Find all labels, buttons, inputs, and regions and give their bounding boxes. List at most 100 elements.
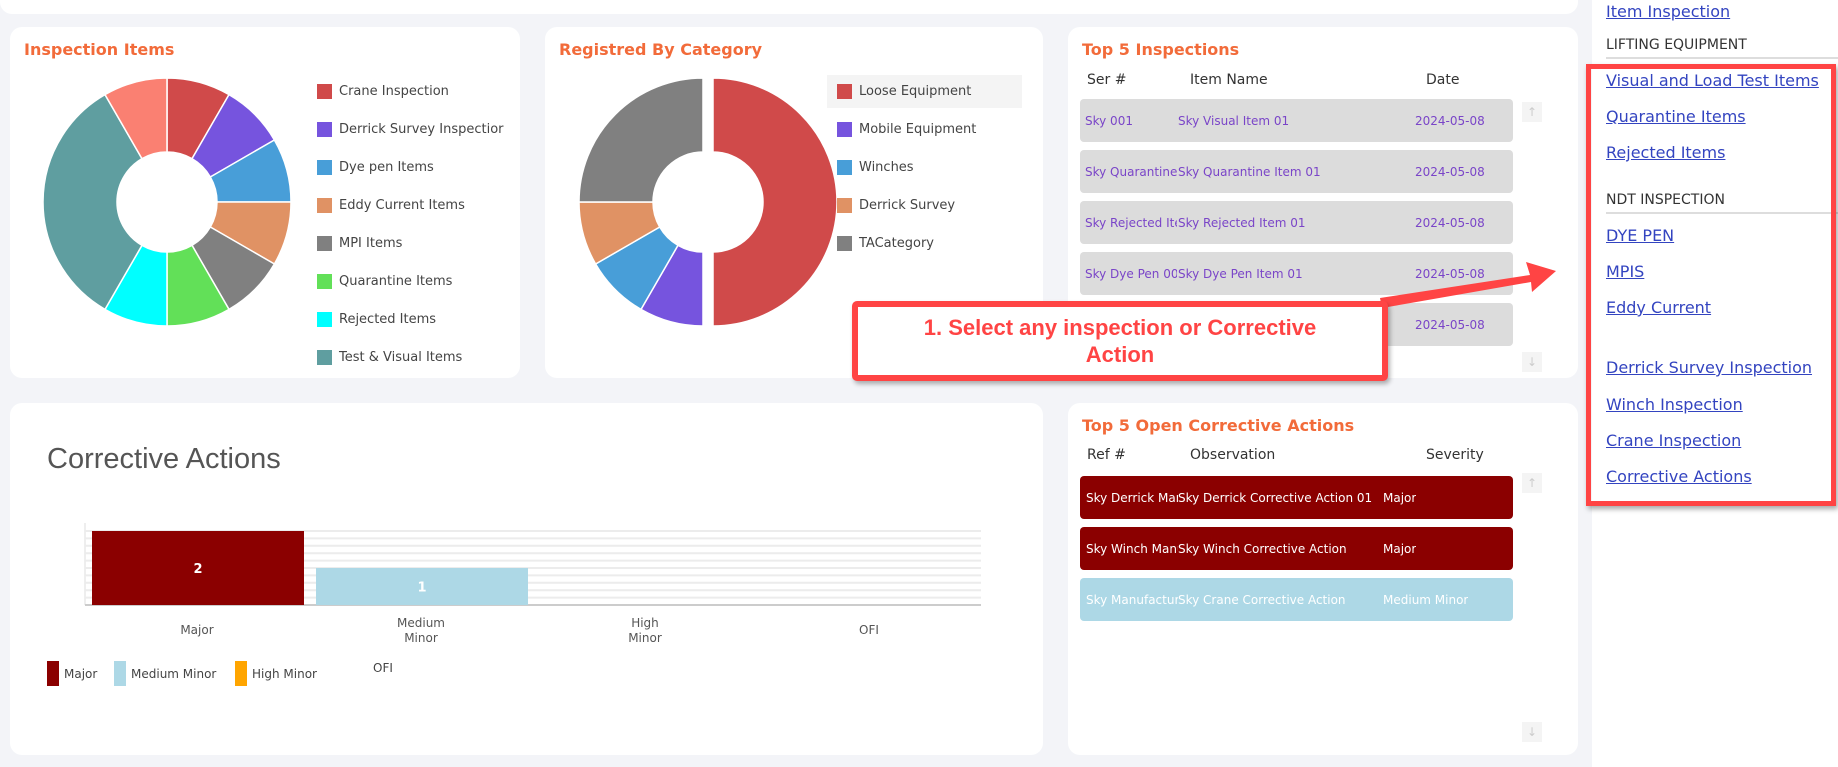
x-tick-label: High Minor xyxy=(628,616,662,645)
legend-swatch xyxy=(317,274,332,289)
cell-observation: Sky Crane Corrective Action xyxy=(1178,592,1346,607)
legend-swatch xyxy=(317,312,332,327)
registered-category-donut[interactable] xyxy=(545,52,865,352)
col-header-date: Date xyxy=(1426,72,1460,88)
x-tick-label: Medium Minor xyxy=(397,616,445,645)
donut-slice[interactable] xyxy=(578,77,704,203)
col-header-observation: Observation xyxy=(1190,447,1276,463)
legend-label: Derrick Survey xyxy=(859,198,956,213)
legend-item[interactable]: Derrick Survey xyxy=(837,198,955,213)
sidebar-header-lifting: LIFTING EQUIPMENT xyxy=(1606,37,1838,59)
annotation-highlight-box xyxy=(1586,64,1836,506)
legend-label: OFI xyxy=(373,661,393,675)
inspection-row[interactable]: Sky Rejected Item (Sky Rejected Item 01 2… xyxy=(1080,201,1513,244)
x-tick-label: Major xyxy=(180,623,213,637)
col-header-ser: Ser # xyxy=(1087,72,1127,88)
cell-observation: Sky Derrick Corrective Action 01 xyxy=(1178,490,1373,505)
legend-item[interactable]: Quarantine Items xyxy=(317,274,452,289)
scroll-up-button[interactable]: ↑ xyxy=(1522,102,1542,122)
panel-title: Top 5 Inspections xyxy=(1082,40,1240,59)
inspection-row[interactable]: Sky 001 Sky Visual Item 01 2024-05-08 xyxy=(1080,99,1513,142)
legend-label: Quarantine Items xyxy=(339,274,453,289)
bar-legend: Major Medium Minor High Minor OFI xyxy=(47,661,547,687)
inspection-row[interactable]: Sky Dye Pen 001 Sky Dye Pen Item 01 2024-0… xyxy=(1080,252,1513,295)
legend-swatch xyxy=(837,160,852,175)
legend-swatch xyxy=(317,198,332,213)
legend-item[interactable]: Eddy Current Items xyxy=(317,198,465,213)
scroll-down-button[interactable]: ↓ xyxy=(1522,722,1542,742)
bar-data-label: 2 xyxy=(193,562,202,577)
bar-legend-item[interactable]: Major xyxy=(47,661,97,686)
legend-swatch xyxy=(837,236,852,251)
donut-slice[interactable] xyxy=(712,77,838,327)
cell-date: 2024-05-08 xyxy=(1415,317,1485,332)
legend-item[interactable]: Winches xyxy=(837,160,914,175)
legend-swatch xyxy=(317,84,332,99)
legend-label: Test & Visual Items xyxy=(339,350,463,365)
col-header-severity: Severity xyxy=(1426,447,1484,463)
bar-data-label: 1 xyxy=(417,581,426,596)
inspection-items-panel: Inspection Items Crane Inspection Derrick… xyxy=(10,27,520,378)
corrective-action-row[interactable]: Sky Manufacturer (Sky Crane Corrective A… xyxy=(1080,578,1513,621)
corrective-action-row[interactable]: Sky Derrick ManufaSky Derrick Corrective… xyxy=(1080,476,1513,519)
legend-item[interactable]: Mobile Equipment xyxy=(837,122,976,137)
legend-swatch xyxy=(317,236,332,251)
inspection-row[interactable]: Sky Quarantine IterSky Quarantine Item 0… xyxy=(1080,150,1513,193)
corrective-action-row[interactable]: Sky Winch ManufaSky Winch Corrective Act… xyxy=(1080,527,1513,570)
legend-swatch xyxy=(317,122,332,137)
col-header-item-name: Item Name xyxy=(1190,72,1268,88)
legend-swatch xyxy=(114,661,126,686)
legend-label: MPI Items xyxy=(339,236,403,251)
cell-date: 2024-05-08 xyxy=(1415,164,1485,179)
legend-item[interactable]: Dye pen Items xyxy=(317,160,434,175)
cell-item-name: Sky Rejected Item 01 xyxy=(1178,215,1306,230)
legend-swatch xyxy=(47,661,59,686)
legend-item[interactable]: MPI Items xyxy=(317,236,402,251)
cell-item-name: Sky Quarantine Item 01 xyxy=(1178,164,1321,179)
cell-ref: Sky Manufacturer ( xyxy=(1086,592,1178,607)
legend-item[interactable]: Test & Visual Items xyxy=(317,350,462,365)
legend-label: Crane Inspection xyxy=(339,84,449,99)
bar-legend-item[interactable]: High Minor xyxy=(235,661,317,686)
legend-item[interactable]: TACategory xyxy=(837,236,934,251)
legend-swatch xyxy=(317,160,332,175)
bar-legend-item[interactable]: Medium Minor xyxy=(114,661,216,686)
cell-ser: Sky Quarantine Iter xyxy=(1085,164,1177,179)
col-header-ref: Ref # xyxy=(1087,447,1126,463)
legend-label: TACategory xyxy=(859,236,934,251)
inspection-items-donut[interactable] xyxy=(10,52,310,352)
scroll-up-button[interactable]: ↑ xyxy=(1522,473,1542,493)
legend-label: Major xyxy=(64,666,98,681)
annotation-text: 1. Select any inspection or Corrective A… xyxy=(923,315,1317,367)
top-panel xyxy=(0,0,1578,14)
legend-label: Mobile Equipment xyxy=(859,122,977,137)
legend-swatch xyxy=(837,84,852,99)
legend-item[interactable]: Derrick Survey Inspectior xyxy=(317,122,504,137)
legend-item[interactable]: Rejected Items xyxy=(317,312,436,327)
bar-legend-item[interactable]: OFI xyxy=(356,661,393,675)
registered-category-legend: Loose Equipment Mobile Equipment Winches De… xyxy=(827,75,1027,284)
cell-ref: Sky Winch Manufa xyxy=(1086,541,1178,556)
cell-date: 2024-05-08 xyxy=(1415,215,1485,230)
annotation-callout: 1. Select any inspection or Corrective A… xyxy=(852,301,1388,381)
cell-item-name: Sky Visual Item 01 xyxy=(1178,113,1290,128)
legend-swatch xyxy=(235,661,247,686)
legend-swatch xyxy=(837,198,852,213)
legend-item[interactable]: Loose Equipment xyxy=(827,75,1022,108)
cell-severity: Major xyxy=(1383,490,1417,505)
legend-label: Eddy Current Items xyxy=(339,198,465,213)
inspection-items-legend: Crane Inspection Derrick Survey Inspectio… xyxy=(307,84,507,366)
cell-date: 2024-05-08 xyxy=(1415,113,1485,128)
legend-item[interactable]: Crane Inspection xyxy=(317,84,449,99)
cell-ser: Sky Rejected Item ( xyxy=(1085,215,1177,230)
legend-label: Derrick Survey Inspectior xyxy=(339,122,504,137)
x-tick-label: OFI xyxy=(859,623,879,637)
cell-ser: Sky Dye Pen 001 xyxy=(1085,266,1177,281)
corrective-actions-bar-chart: 2 Major 1 Medium Minor High Minor OFI xyxy=(84,523,981,645)
cell-ref: Sky Derrick Manufa xyxy=(1086,490,1178,505)
scroll-down-button[interactable]: ↓ xyxy=(1522,352,1542,372)
cell-ser: Sky 001 xyxy=(1085,113,1133,128)
top-corrective-panel: Top 5 Open Corrective Actions Ref # Obse… xyxy=(1068,403,1578,755)
sidebar-link-item-inspection[interactable]: Item Inspection xyxy=(1606,2,1730,22)
legend-label: Medium Minor xyxy=(131,666,217,681)
